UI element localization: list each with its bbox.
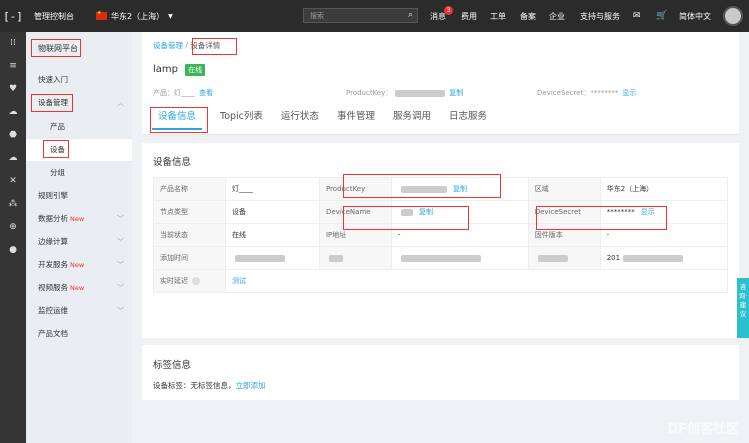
redacted-value — [235, 254, 285, 262]
productkey-meta: ProductKey： 复制 — [346, 89, 464, 97]
circle-icon[interactable]: ● — [0, 239, 26, 262]
tab-log-service[interactable]: 日志服务 — [449, 108, 487, 130]
annotation-box-productkey — [343, 174, 501, 198]
copy-link[interactable]: 复制 — [449, 89, 463, 97]
close-icon[interactable]: ✕ — [0, 170, 26, 193]
chevron-down-icon: ﹀ — [117, 284, 124, 292]
sidebar-item-monitor[interactable]: 监控运维 ﹀ — [26, 300, 132, 322]
redacted-value — [537, 254, 568, 262]
annotation-box-device — [43, 140, 69, 158]
tab-run-status[interactable]: 运行状态 — [281, 108, 319, 130]
annotation-box-platform — [31, 39, 81, 57]
help-icon[interactable] — [192, 277, 200, 285]
top-navbar: [-] 管理控制台 华东2（上海） ▼ 搜索 ⌕ 消息 3 费用 工单 备案 企… — [0, 0, 749, 32]
tag-info-title: 标签信息 — [153, 360, 192, 371]
chevron-up-icon: ︿ — [117, 99, 124, 107]
tag-line: 设备标签：无标签信息，立即添加 — [153, 381, 266, 390]
cloud-upload-icon[interactable]: ☁ — [0, 147, 26, 170]
table-row: 添加时间 201 — [153, 246, 729, 270]
status-badge: 在线 — [185, 64, 206, 76]
annotation-box-breadcrumb — [192, 38, 237, 55]
cart-icon[interactable]: 🛒 — [656, 0, 667, 32]
avatar[interactable] — [723, 6, 743, 26]
show-link[interactable]: 显示 — [622, 89, 636, 97]
page-title: lamp 在线 — [153, 64, 206, 76]
product-rail: ⁞⁞ ≡ ♥ ☁ ⬣ ☁ ✕ ⁂ ⊕ ● — [0, 32, 26, 443]
sidebar-item-group[interactable]: 分组 — [26, 162, 132, 184]
tab-topic-list[interactable]: Topic列表 — [220, 108, 263, 130]
nav-enterprise[interactable]: 企业 — [549, 0, 565, 32]
search-icon[interactable]: ⌕ — [408, 10, 413, 20]
watermark: DF创客社区 — [667, 422, 739, 437]
nav-message[interactable]: 消息 — [430, 0, 446, 32]
annotation-box-device-mgmt — [31, 94, 73, 112]
heart-icon[interactable]: ♥ — [0, 78, 26, 101]
search-input[interactable]: 搜索 ⌕ — [303, 8, 418, 23]
annotation-box-tab — [150, 107, 208, 133]
mail-icon[interactable]: ✉ — [633, 0, 641, 32]
breadcrumb-parent[interactable]: 设备管理 — [153, 41, 183, 50]
nav-language[interactable]: 简体中文 — [679, 0, 711, 32]
china-flag-icon — [96, 10, 107, 20]
caret-down-icon: ▼ — [168, 12, 173, 20]
sidebar-item-product[interactable]: 产品 — [26, 116, 132, 138]
region-label: 华东2（上海） — [111, 11, 165, 21]
annotation-box-devicename — [343, 206, 469, 230]
feedback-tab[interactable]: 咨询·建议 — [737, 278, 749, 338]
sidebar-item-edge[interactable]: 边缘计算 ﹀ — [26, 231, 132, 253]
tab-event-mgmt[interactable]: 事件管理 — [337, 108, 375, 130]
sidebar-item-video[interactable]: 视频服务 New ﹀ — [26, 277, 132, 299]
product-meta: 产品：灯____ 查看 — [153, 89, 213, 97]
redacted-value — [328, 254, 343, 262]
redacted-value — [395, 89, 446, 97]
nav-cost[interactable]: 费用 — [461, 0, 477, 32]
table-row: 实时延迟 测试 — [153, 269, 728, 293]
globe-icon[interactable]: ⊕ — [0, 216, 26, 239]
aliyun-logo-icon[interactable]: [-] — [0, 0, 26, 32]
redacted-value — [400, 254, 481, 262]
view-link[interactable]: 查看 — [199, 89, 213, 97]
annotation-box-secret — [536, 206, 667, 230]
region-selector[interactable]: 华东2（上海） ▼ — [96, 10, 173, 22]
sidebar-item-rules[interactable]: 规则引擎 — [26, 185, 132, 207]
cloud-icon[interactable]: ☁ — [0, 101, 26, 124]
sidebar-item-quickstart[interactable]: 快速入门 — [26, 69, 132, 91]
grid-icon[interactable]: ⁞⁞ — [0, 32, 26, 55]
nav-record[interactable]: 备案 — [520, 0, 536, 32]
sidebar-item-analytics[interactable]: 数据分析 New ﹀ — [26, 208, 132, 230]
sidebar-item-device[interactable]: 设备 — [26, 139, 132, 161]
sidebar-item-devservice[interactable]: 开发服务 New ﹀ — [26, 254, 132, 276]
device-info-title: 设备信息 — [153, 157, 192, 168]
redacted-value — [623, 254, 684, 262]
add-tag-link[interactable]: 立即添加 — [236, 381, 266, 390]
test-latency-link[interactable]: 测试 — [232, 277, 246, 285]
chevron-down-icon: ﹀ — [117, 238, 124, 246]
nav-ticket[interactable]: 工单 — [490, 0, 506, 32]
tag-info-card — [142, 345, 739, 400]
nodes-icon[interactable]: ⁂ — [0, 193, 26, 216]
list-icon[interactable]: ≡ — [0, 55, 26, 78]
chevron-down-icon: ﹀ — [117, 261, 124, 269]
tab-service-call[interactable]: 服务调用 — [393, 108, 431, 130]
box-icon[interactable]: ⬣ — [0, 124, 26, 147]
secret-meta: DeviceSecret：******** 显示 — [537, 89, 637, 97]
tab-divider — [143, 134, 740, 135]
chevron-down-icon: ﹀ — [117, 215, 124, 223]
console-link[interactable]: 管理控制台 — [34, 11, 74, 22]
chevron-down-icon: ﹀ — [117, 307, 124, 315]
nav-support[interactable]: 支持与服务 — [580, 0, 620, 32]
sidebar-item-docs[interactable]: 产品文档 — [26, 323, 132, 345]
message-count-badge: 3 — [444, 6, 453, 15]
